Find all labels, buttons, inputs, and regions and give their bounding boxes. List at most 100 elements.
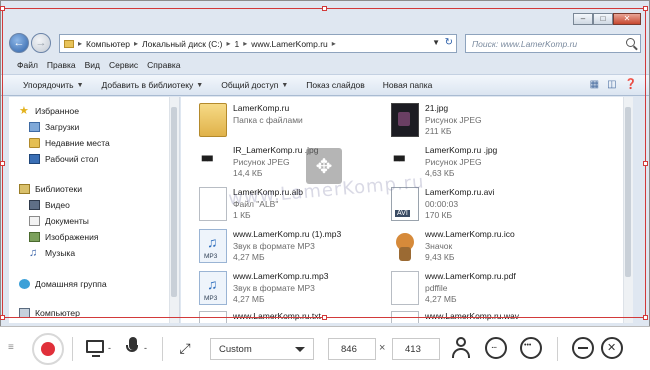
- close-toolbar-icon[interactable]: [601, 337, 623, 359]
- chevron-right-icon: ▸: [331, 39, 336, 48]
- content-scrollbar[interactable]: [623, 97, 633, 323]
- file-item[interactable]: www.LamerKomp.ru.wav: [391, 311, 519, 323]
- file-item[interactable]: www.LamerKomp.ru.ico Значок 9,43 КБ: [391, 229, 515, 263]
- mp3-file-icon: [199, 229, 227, 263]
- nav-recent-places[interactable]: Недавние места: [29, 138, 110, 148]
- window-caption-buttons: – □ ✕: [573, 13, 641, 25]
- record-icon: [41, 342, 55, 356]
- new-folder-button[interactable]: Новая папка: [383, 80, 433, 90]
- width-input[interactable]: 846: [328, 338, 376, 360]
- organize-button[interactable]: Упорядочить ▼: [23, 80, 84, 90]
- chevron-down-icon: ▼: [196, 81, 204, 89]
- close-icon[interactable]: ✕: [613, 13, 641, 25]
- nav-desktop[interactable]: Рабочий стол: [29, 154, 98, 164]
- recent-places-icon: [29, 138, 40, 148]
- file-item[interactable]: LamerKomp.ru .jpg Рисунок JPEG 4,63 КБ: [391, 145, 497, 179]
- menu-help[interactable]: Справка: [147, 60, 180, 70]
- breadcrumb-current[interactable]: www.LamerKomp.ru: [251, 39, 328, 49]
- file-name: LamerKomp.ru.avi: [425, 187, 495, 197]
- scrollbar-thumb[interactable]: [171, 107, 177, 297]
- back-button[interactable]: ←: [9, 33, 29, 53]
- account-icon[interactable]: [451, 337, 473, 359]
- file-item[interactable]: LamerKomp.ru Папка с файлами: [199, 103, 303, 137]
- preview-pane-icon[interactable]: ◫: [607, 79, 616, 90]
- file-item[interactable]: LamerKomp.ru.alb Файл "ALB" 1 КБ: [199, 187, 303, 221]
- music-library-icon: ♫: [29, 247, 38, 259]
- microphone-icon[interactable]: [126, 337, 138, 352]
- file-type: Папка с файлами: [233, 114, 303, 125]
- file-name: www.LamerKomp.ru.wav: [425, 311, 520, 321]
- nav-downloads[interactable]: Загрузки: [29, 122, 79, 132]
- file-name: LamerKomp.ru .jpg: [425, 145, 498, 155]
- breadcrumb-local-disk[interactable]: Локальный диск (C:): [142, 39, 222, 49]
- drag-grip-icon[interactable]: ≡: [8, 342, 14, 353]
- breadcrumb-computer[interactable]: Компьютер: [86, 39, 130, 49]
- microphone-dropdown[interactable]: -: [144, 343, 147, 353]
- file-type: Значок: [425, 240, 453, 251]
- video-library-icon: [29, 200, 40, 210]
- file-item[interactable]: www.LamerKomp.ru (1).mp3 Звук в формате …: [199, 229, 341, 263]
- forward-button[interactable]: →: [31, 33, 51, 53]
- screen-source-dropdown[interactable]: -: [108, 343, 111, 353]
- move-icon[interactable]: ✥: [306, 148, 342, 184]
- nav-music[interactable]: ♫ Музыка: [29, 247, 75, 259]
- nav-scrollbar[interactable]: [169, 97, 179, 323]
- dimension-separator: ×: [379, 342, 386, 354]
- jpeg-thumbnail-icon: [391, 103, 419, 137]
- scrollbar-thumb[interactable]: [625, 107, 631, 277]
- screen-source-icon[interactable]: [86, 340, 104, 357]
- blank-file-icon: [199, 187, 227, 221]
- file-item[interactable]: www.LamerKomp.ru.pdf pdffile 4,27 МБ: [391, 271, 516, 305]
- height-value: 413: [405, 343, 421, 355]
- file-size: 4,27 МБ: [233, 294, 265, 304]
- file-type: Звук в формате MP3: [233, 282, 315, 293]
- toolbar-divider: [557, 337, 558, 361]
- pictures-library-icon: [29, 232, 40, 242]
- desktop-icon: [29, 154, 40, 164]
- menu-edit[interactable]: Правка: [47, 60, 76, 70]
- record-button[interactable]: [32, 333, 64, 365]
- file-item[interactable]: www.LamerKomp.ru.mp3 Звук в формате MP3 …: [199, 271, 328, 305]
- width-value: 846: [341, 343, 357, 355]
- file-item[interactable]: IR_LamerKomp.ru .jpg Рисунок JPEG 14,4 К…: [199, 145, 319, 179]
- slideshow-button[interactable]: Показ слайдов: [306, 80, 365, 90]
- maximize-icon[interactable]: □: [593, 13, 613, 25]
- view-options-icon[interactable]: ▦: [590, 79, 599, 90]
- share-button[interactable]: Общий доступ ▼: [221, 80, 288, 90]
- menu-bar: Файл Правка Вид Сервис Справка: [1, 57, 649, 73]
- menu-tools[interactable]: Сервис: [109, 60, 138, 70]
- file-name: LamerKomp.ru.alb: [233, 187, 303, 197]
- help-icon[interactable]: ❓: [625, 79, 637, 90]
- nav-pictures[interactable]: Изображения: [29, 232, 98, 242]
- nav-homegroup[interactable]: Домашняя группа: [19, 279, 107, 289]
- nav-computer[interactable]: Компьютер: [19, 308, 80, 318]
- file-item[interactable]: 21.jpg Рисунок JPEG 211 КБ: [391, 103, 482, 137]
- add-to-library-button[interactable]: Добавить в библиотеку ▼: [102, 80, 204, 90]
- breadcrumb-folder-1[interactable]: 1: [235, 39, 240, 49]
- file-item[interactable]: www.LamerKomp.ru.txt: [199, 311, 321, 323]
- menu-view[interactable]: Вид: [85, 60, 100, 70]
- search-icon: [626, 38, 635, 47]
- nav-libraries[interactable]: Библиотеки: [19, 184, 82, 194]
- nav-label: Документы: [45, 216, 89, 226]
- size-preset-select[interactable]: Custom: [210, 338, 314, 360]
- height-input[interactable]: 413: [392, 338, 440, 360]
- more-options-icon[interactable]: [520, 337, 542, 359]
- minimize-icon[interactable]: –: [573, 13, 593, 25]
- chat-icon[interactable]: [485, 337, 507, 359]
- nav-video[interactable]: Видео: [29, 200, 70, 210]
- file-size: 9,43 КБ: [425, 252, 455, 262]
- view-controls: ▦ ◫ ❓: [590, 79, 637, 90]
- address-bar[interactable]: ▸ Компьютер ▸ Локальный диск (C:) ▸ 1 ▸ …: [59, 34, 457, 53]
- chevron-right-icon: ▸: [78, 39, 83, 48]
- file-item[interactable]: LamerKomp.ru.avi 00:00:03 170 КБ: [391, 187, 494, 221]
- nav-documents[interactable]: Документы: [29, 216, 89, 226]
- nav-favorites[interactable]: ★ Избранное: [19, 106, 79, 117]
- minimize-toolbar-icon[interactable]: [572, 337, 594, 359]
- search-input[interactable]: Поиск: www.LamerKomp.ru: [465, 34, 641, 53]
- menu-file[interactable]: Файл: [17, 60, 38, 70]
- address-dropdown-icon[interactable]: ▼: [432, 38, 440, 47]
- fullscreen-icon[interactable]: ⤢: [177, 340, 193, 356]
- chevron-right-icon: ▸: [226, 39, 231, 48]
- refresh-icon[interactable]: ↻: [445, 37, 453, 48]
